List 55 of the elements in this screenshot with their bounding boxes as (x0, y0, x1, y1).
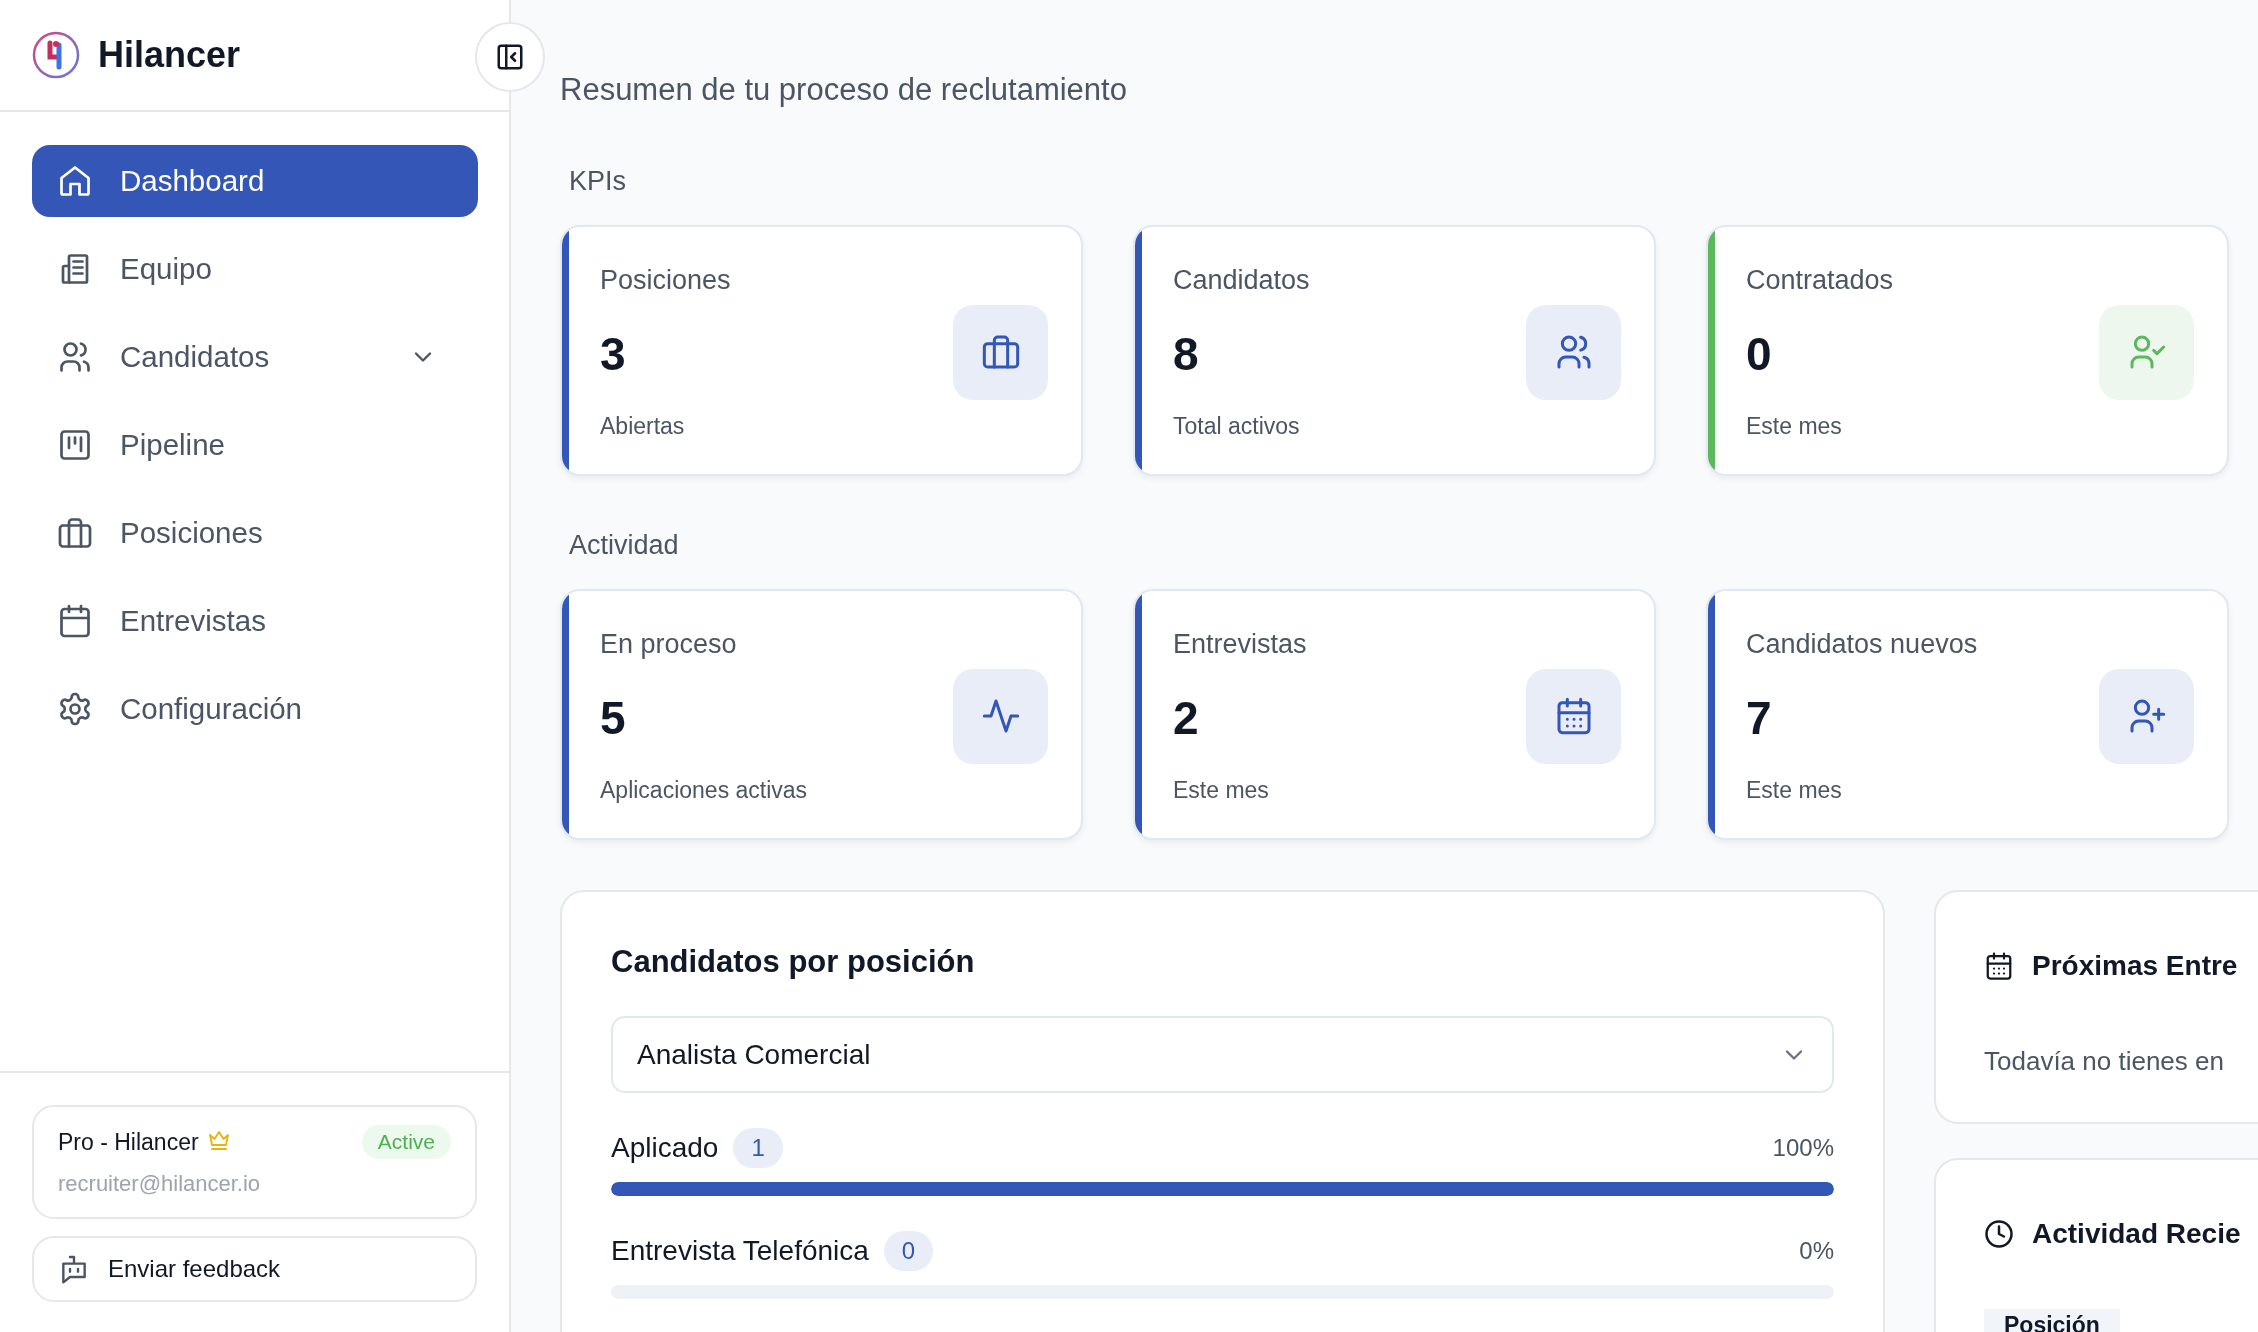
logo-icon (32, 31, 80, 79)
briefcase-icon (57, 515, 93, 551)
calendar-icon (1984, 951, 2014, 981)
settings-icon (57, 691, 93, 727)
nav-item[interactable]: Entrevistas (32, 585, 478, 657)
nav-item[interactable]: Dashboard (32, 145, 478, 217)
section-title: Actividad (569, 529, 680, 562)
panel-title: Actividad Recie (2032, 1217, 2241, 1251)
nav-item[interactable]: Equipo (32, 233, 478, 305)
kpi-label: Posiciones (600, 264, 731, 297)
users-icon (57, 339, 93, 375)
kpi-label: Candidatos (1173, 264, 1310, 297)
nav-item[interactable]: Pipeline (32, 409, 478, 481)
crown-icon (206, 1128, 231, 1152)
kpi-caption: Abiertas (600, 412, 686, 441)
plan-name: Pro - Hilancer (58, 1128, 199, 1156)
calendar-icon (57, 603, 93, 639)
nav-item[interactable]: Candidatos (32, 321, 478, 393)
kpi-value: 7 (1746, 691, 1773, 746)
kpi-label: Contratados (1746, 264, 1894, 297)
home-icon (57, 163, 93, 199)
position-select[interactable]: Analista Comercial (611, 1016, 1834, 1093)
stage-name: Aplicado (611, 1131, 719, 1165)
kpi-caption: Total activos (1173, 412, 1301, 441)
kpi-caption: Este mes (1173, 776, 1270, 805)
nav-item[interactable]: Posiciones (32, 497, 478, 569)
status-badge: Active (361, 1125, 451, 1159)
kpi-value: 2 (1173, 691, 1200, 746)
page-subtitle: Resumen de tu proceso de reclutamiento (560, 71, 1128, 109)
stage-name: Entrevista Telefónica (611, 1234, 869, 1268)
kpi-caption: Aplicaciones activas (600, 776, 808, 805)
count-badge: 0 (883, 1231, 934, 1271)
stage-percent: 0% (1799, 1236, 1834, 1266)
count-badge: 1 (733, 1128, 783, 1168)
kpi-value: 3 (600, 327, 627, 382)
panel-title: Próximas Entre (2032, 949, 2238, 983)
nav-item[interactable]: Configuración (32, 673, 478, 745)
kpi-label: Candidatos nuevos (1746, 628, 1978, 661)
stage-percent: 100% (1772, 1133, 1834, 1163)
feedback-button[interactable]: Enviar feedback (32, 1236, 477, 1302)
kpi-caption: Este mes (1746, 776, 1843, 805)
kpi-value: 5 (600, 691, 627, 746)
kpi-value: 0 (1746, 327, 1773, 382)
empty-message: Todavía no tienes en (1984, 1046, 2225, 1077)
section-title: KPIs (569, 165, 628, 198)
clock-icon (1984, 1219, 2014, 1249)
kpi-label: En proceso (600, 628, 738, 661)
panel-title: Candidatos por posición (611, 943, 976, 981)
kpi-value: 8 (1173, 327, 1200, 382)
app-name: Hilancer (98, 34, 241, 76)
kpi-caption: Este mes (1746, 412, 1843, 441)
account-email: recruiter@hilancer.io (58, 1171, 262, 1197)
kanban-icon (57, 427, 93, 463)
kpi-label: Entrevistas (1173, 628, 1307, 661)
sidebar-toggle-icon (495, 42, 525, 72)
